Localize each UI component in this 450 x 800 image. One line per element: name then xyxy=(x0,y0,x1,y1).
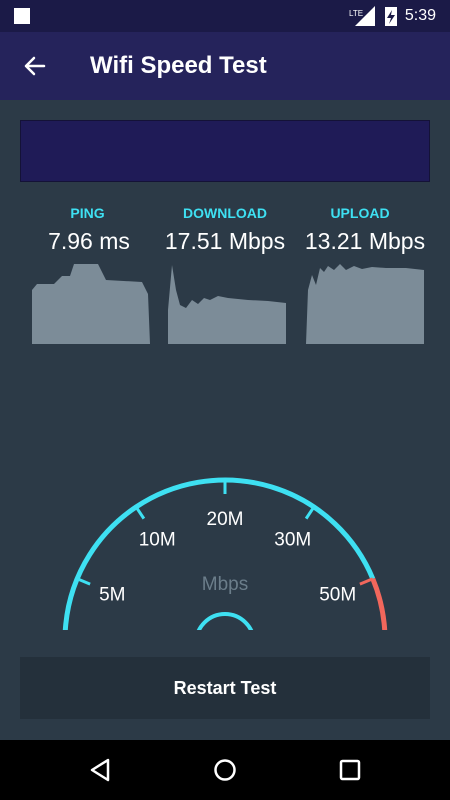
gauge-tick-label: 50M xyxy=(319,584,356,605)
gauge-tick-label: 30M xyxy=(274,530,311,551)
page-title: Wifi Speed Test xyxy=(90,52,267,79)
ping-value: 7.96 ms xyxy=(48,228,130,254)
back-triangle-icon[interactable] xyxy=(88,758,112,782)
app-bar: Wifi Speed Test xyxy=(0,32,450,100)
notification-app-icon xyxy=(14,8,30,24)
status-bar: LTE 5:39 xyxy=(0,0,450,32)
upload-graph xyxy=(306,264,424,344)
download-value: 17.51 Mbps xyxy=(164,228,286,254)
lte-label: LTE xyxy=(349,9,363,18)
ad-banner[interactable] xyxy=(20,120,430,182)
gauge-tick xyxy=(134,506,146,520)
upload-label: UPLOAD xyxy=(330,205,390,221)
gauge-unit-label: Mbps xyxy=(202,574,248,595)
gauge-tick-label: 20M xyxy=(207,509,244,530)
gauge-tick xyxy=(76,577,91,586)
download-label: DOWNLOAD xyxy=(183,205,267,221)
gauge-tick xyxy=(359,577,374,586)
nav-bar xyxy=(0,740,450,800)
gauge-tick-label: 10M xyxy=(139,530,176,551)
restart-test-button[interactable]: Restart Test xyxy=(20,657,430,719)
recents-square-icon[interactable] xyxy=(338,758,362,782)
ping-label: PING xyxy=(70,205,105,221)
main-content: PING DOWNLOAD UPLOAD 7.96 ms 17.51 Mbps … xyxy=(0,100,450,740)
ping-graph xyxy=(32,264,150,344)
upload-value: 13.21 Mbps xyxy=(304,228,426,254)
arrow-left-icon[interactable] xyxy=(22,54,46,78)
gauge-hub xyxy=(196,612,254,630)
home-circle-icon[interactable] xyxy=(213,758,237,782)
gauge-tick xyxy=(304,506,316,520)
gauge-tick-label: 5M xyxy=(99,584,125,605)
speed-gauge: 0M1M5M10M20M30M50M75M100M Mbps xyxy=(62,477,388,630)
download-graph xyxy=(168,265,286,344)
status-time: 5:39 xyxy=(404,7,436,24)
gauge-arc-normal xyxy=(62,477,376,630)
